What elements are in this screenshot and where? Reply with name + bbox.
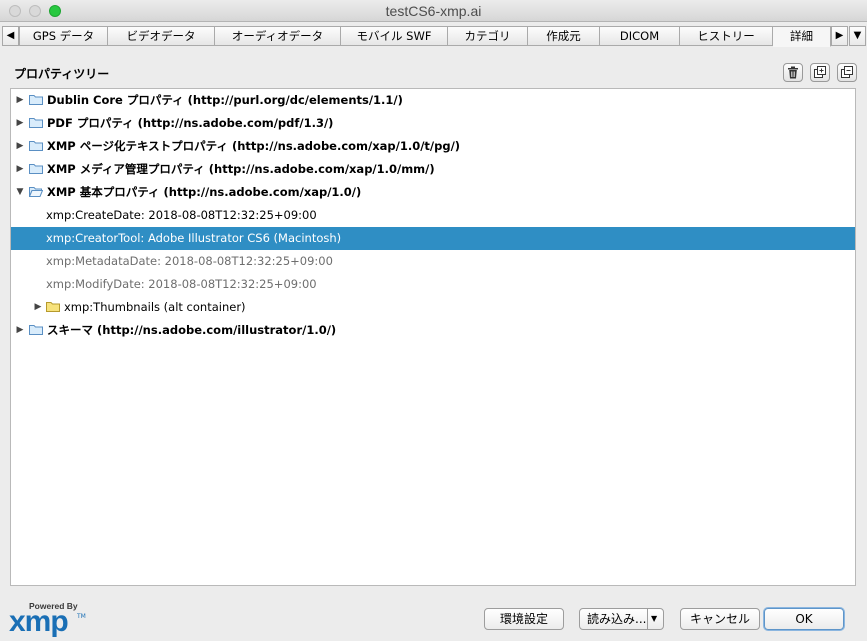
trademark-mark: TM	[77, 613, 86, 620]
tab-origin[interactable]: 作成元	[528, 26, 600, 46]
tree-row-label: Dublin Core プロパティ (http://purl.org/dc/el…	[47, 93, 403, 107]
tree-row-xmp-basic[interactable]: ▼ XMP 基本プロパティ (http://ns.adobe.com/xap/1…	[11, 181, 855, 204]
xmp-logo: Powered By xmp TM	[9, 601, 89, 639]
collapsed-arrow-icon[interactable]: ▶	[15, 158, 25, 181]
tree-row-label: XMP ページ化テキストプロパティ (http://ns.adobe.com/x…	[47, 139, 461, 153]
tree-row-label: XMP 基本プロパティ (http://ns.adobe.com/xap/1.0…	[47, 185, 362, 199]
collapsed-arrow-icon[interactable]: ▶	[15, 112, 25, 135]
tree-row-label: xmp:CreatorTool: Adobe Illustrator CS6 (…	[46, 231, 342, 245]
tree-row-label: xmp:CreateDate: 2018-08-08T12:32:25+09:0…	[46, 208, 317, 222]
delete-button[interactable]	[783, 63, 803, 82]
tree-row-creator-tool[interactable]: xmp:CreatorTool: Adobe Illustrator CS6 (…	[11, 227, 855, 250]
copy-icon	[814, 66, 826, 78]
tree-row-label: PDF プロパティ (http://ns.adobe.com/pdf/1.3/)	[47, 116, 334, 130]
folder-icon	[46, 302, 60, 312]
tab-bar: ◀ GPS データ ビデオデータ オーディオデータ モバイル SWF カテゴリ …	[0, 26, 867, 48]
tab-advanced[interactable]: 詳細	[773, 26, 831, 47]
expand-all-button[interactable]	[810, 63, 830, 82]
folder-icon	[29, 164, 43, 174]
tree-row-label: スキーマ (http://ns.adobe.com/illustrator/1.…	[47, 323, 337, 337]
tab-scroll-right-button[interactable]: ▶	[831, 26, 848, 46]
folder-icon	[29, 141, 43, 151]
load-button[interactable]: 読み込み... ▼	[579, 608, 664, 630]
trash-icon	[788, 66, 798, 79]
load-button-divider	[647, 609, 648, 629]
collapsed-arrow-icon[interactable]: ▶	[33, 296, 43, 319]
title-bar: testCS6-xmp.ai	[0, 0, 867, 22]
tab-list-menu-button[interactable]: ▼	[849, 26, 866, 46]
property-tree-heading: プロパティツリー	[14, 67, 110, 81]
collapsed-arrow-icon[interactable]: ▶	[15, 319, 25, 342]
folder-icon	[29, 325, 43, 335]
tree-row-label: xmp:ModifyDate: 2018-08-08T12:32:25+09:0…	[46, 277, 317, 291]
tree-row-create-date[interactable]: xmp:CreateDate: 2018-08-08T12:32:25+09:0…	[11, 204, 855, 227]
open-folder-icon	[29, 187, 43, 197]
collapsed-arrow-icon[interactable]: ▶	[15, 89, 25, 112]
expanded-arrow-icon[interactable]: ▼	[15, 181, 25, 204]
load-button-label: 読み込み...	[587, 612, 647, 626]
tab-category[interactable]: カテゴリ	[448, 26, 528, 46]
folder-icon	[29, 118, 43, 128]
ok-button[interactable]: OK	[764, 608, 844, 630]
folder-icon	[29, 95, 43, 105]
tab-scroll-left-button[interactable]: ◀	[2, 26, 19, 46]
tree-row-modify-date[interactable]: xmp:ModifyDate: 2018-08-08T12:32:25+09:0…	[11, 273, 855, 296]
tree-row-label: xmp:MetadataDate: 2018-08-08T12:32:25+09…	[46, 254, 333, 268]
property-tree[interactable]: ▶ Dublin Core プロパティ (http://purl.org/dc/…	[10, 88, 856, 586]
tab-gps[interactable]: GPS データ	[19, 26, 108, 46]
tab-history[interactable]: ヒストリー	[680, 26, 773, 46]
tree-row-pdf[interactable]: ▶ PDF プロパティ (http://ns.adobe.com/pdf/1.3…	[11, 112, 855, 135]
tree-row-label: xmp:Thumbnails (alt container)	[64, 300, 246, 314]
tree-row-schema[interactable]: ▶ スキーマ (http://ns.adobe.com/illustrator/…	[11, 319, 855, 342]
tab-video[interactable]: ビデオデータ	[108, 26, 215, 46]
collapsed-arrow-icon[interactable]: ▶	[15, 135, 25, 158]
collapse-icon	[841, 66, 853, 78]
tree-row-dublin-core[interactable]: ▶ Dublin Core プロパティ (http://purl.org/dc/…	[11, 89, 855, 112]
tab-mobile-swf[interactable]: モバイル SWF	[341, 26, 448, 46]
tree-row-label: XMP メディア管理プロパティ (http://ns.adobe.com/xap…	[47, 162, 435, 176]
tree-row-paged-text[interactable]: ▶ XMP ページ化テキストプロパティ (http://ns.adobe.com…	[11, 135, 855, 158]
xmp-wordmark: xmp	[9, 605, 69, 638]
tree-row-thumbnails[interactable]: ▶ xmp:Thumbnails (alt container)	[11, 296, 855, 319]
tab-audio[interactable]: オーディオデータ	[215, 26, 341, 46]
tab-dicom[interactable]: DICOM	[600, 26, 680, 46]
window-title: testCS6-xmp.ai	[385, 3, 482, 19]
tree-row-media-management[interactable]: ▶ XMP メディア管理プロパティ (http://ns.adobe.com/x…	[11, 158, 855, 181]
cancel-button[interactable]: キャンセル	[680, 608, 760, 630]
collapse-all-button[interactable]	[837, 63, 857, 82]
load-menu-arrow-icon[interactable]: ▼	[651, 609, 657, 629]
tree-row-metadata-date[interactable]: xmp:MetadataDate: 2018-08-08T12:32:25+09…	[11, 250, 855, 273]
preferences-button[interactable]: 環境設定	[484, 608, 564, 630]
